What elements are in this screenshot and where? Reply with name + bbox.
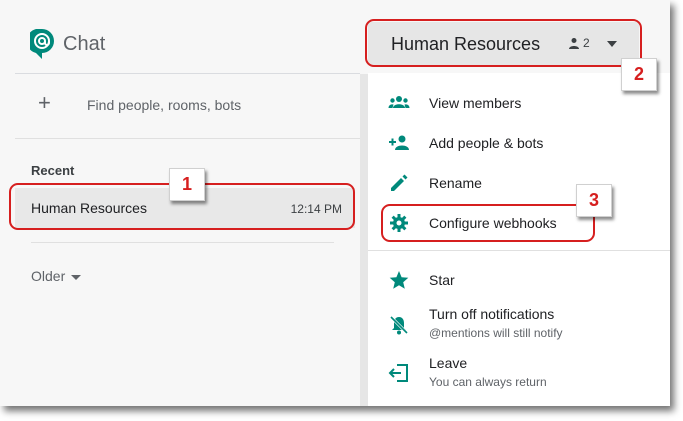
menu-item-turn-off-notifications[interactable]: Turn off notifications @mentions will st…: [368, 303, 670, 345]
caret-down-icon: [71, 274, 82, 280]
pencil-icon: [391, 174, 408, 191]
menu-item-rename[interactable]: Rename: [368, 169, 670, 197]
divider: [31, 242, 334, 243]
divider: [15, 138, 360, 139]
callout-configure-webhooks: [381, 204, 595, 242]
annotation-badge-2: 2: [621, 58, 657, 91]
annotation-badge-3: 3: [576, 184, 612, 217]
find-people-label: Find people, rooms, bots: [87, 97, 242, 113]
annotation-badge-1: 1: [169, 168, 205, 201]
menu-item-star[interactable]: Star: [368, 267, 670, 295]
menu-item-label: Turn off notifications: [429, 306, 555, 322]
group-icon: [388, 96, 410, 108]
person-add-icon: [389, 135, 409, 150]
leave-icon: [388, 364, 408, 382]
app-title: Chat: [63, 33, 106, 55]
menu-item-view-members[interactable]: View members: [368, 89, 670, 117]
panel-divider: [360, 74, 368, 406]
find-people-button[interactable]: + Find people, rooms, bots: [15, 84, 360, 128]
menu-item-sublabel: You can always return: [429, 375, 547, 389]
menu-item-label: Leave: [429, 355, 468, 371]
older-toggle[interactable]: Older: [31, 268, 82, 284]
chat-window: Chat + Find people, rooms, bots Recent H…: [0, 0, 670, 406]
menu-item-label: Star: [429, 272, 455, 288]
menu-item-label: View members: [429, 95, 522, 111]
menu-divider: [368, 250, 670, 251]
menu-item-add-people-bots[interactable]: Add people & bots: [368, 129, 670, 157]
menu-item-label: Rename: [429, 175, 482, 191]
notifications-off-icon: [389, 315, 409, 335]
menu-item-leave[interactable]: Leave You can always return: [368, 353, 670, 395]
callout-room-title: [365, 19, 642, 67]
plus-icon: +: [38, 90, 51, 115]
hangouts-chat-logo-icon: [30, 29, 54, 59]
older-label: Older: [31, 268, 66, 284]
divider: [15, 73, 360, 74]
star-icon: [389, 271, 409, 289]
menu-item-label: Add people & bots: [429, 135, 544, 151]
recent-heading: Recent: [31, 163, 75, 178]
menu-item-sublabel: @mentions will still notify: [429, 326, 563, 340]
